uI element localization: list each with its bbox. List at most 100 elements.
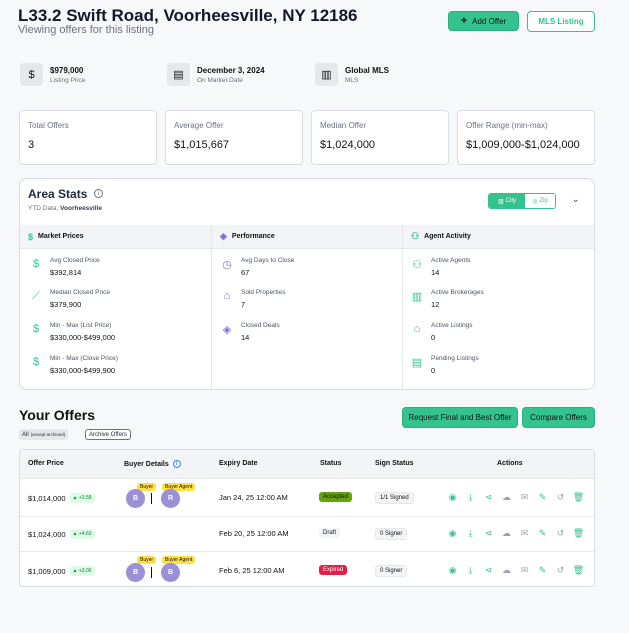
download-icon[interactable]: ⤓ xyxy=(465,492,476,503)
row-actions: ◉ ⤓ ⋖ ☁ ✉ ✎ ↺ 🗑 xyxy=(447,528,587,539)
compare-offers-button[interactable]: Compare Offers xyxy=(522,407,595,428)
buyer-tag: Buyer xyxy=(137,556,157,564)
mls-listing-button[interactable]: MLS Listing xyxy=(527,11,595,32)
mail-icon[interactable]: ✉ xyxy=(519,528,530,539)
sold-properties: ⌂ Sold Properties 7 xyxy=(220,289,286,309)
market-date-info: ▤ December 3, 2024 On Market Date xyxy=(167,63,265,86)
area-stats-panel: Area Stats i YTD Data, Voorheesville ▥ Ci… xyxy=(19,178,595,390)
map-icon: ▥ xyxy=(497,198,504,205)
clipboard-icon: ▤ xyxy=(411,356,423,369)
house-icon: ⌂ xyxy=(223,290,231,302)
col-status: Status xyxy=(320,460,342,467)
expiry-date: Feb 6, 25 12:00 AM xyxy=(219,566,285,575)
table-row: $1,014,000 ▲ +3.58 Buyer Buyer Agent B R … xyxy=(20,478,594,516)
plus-icon: + xyxy=(460,15,468,27)
filter-all[interactable]: All (except archived) xyxy=(19,429,69,440)
diff-badge: ▲ +3.06 xyxy=(69,566,95,576)
sign-status-badge: 1/1 Signed xyxy=(375,492,414,504)
download-icon[interactable]: ⤓ xyxy=(465,528,476,539)
closed-deals: ◈ Closed Deals 14 xyxy=(220,322,280,342)
close-price-range: $ Min - Max (Close Price) $330,000-$499,90… xyxy=(29,355,118,375)
info-icon[interactable]: i xyxy=(94,189,103,198)
undo-icon[interactable]: ↺ xyxy=(555,565,566,576)
dollar-check-icon: $ xyxy=(32,323,40,335)
share-icon[interactable]: ⋖ xyxy=(483,492,494,503)
page-title: L33.2 Swift Road, Voorheesville, NY 1218… xyxy=(18,6,358,25)
avg-closed-price: $ Avg Closed Price $392,814 xyxy=(29,257,100,277)
zip-toggle[interactable]: ◎ Zip xyxy=(525,194,555,208)
ytd-label: YTD Data, Voorheesville xyxy=(28,205,102,212)
status-badge: Expired xyxy=(319,565,348,575)
tag-icon: ◈ xyxy=(220,231,227,241)
upload-icon[interactable]: ☁ xyxy=(501,492,512,503)
col-buyer-details: Buyer Details i xyxy=(124,460,181,468)
trend-icon: ⟋ xyxy=(32,289,40,302)
avatar[interactable]: B xyxy=(126,563,145,582)
share-icon[interactable]: ⋖ xyxy=(483,528,494,539)
upload-icon[interactable]: ☁ xyxy=(501,528,512,539)
info-icon[interactable]: i xyxy=(172,460,181,468)
mail-icon[interactable]: ✉ xyxy=(519,565,530,576)
city-toggle[interactable]: ▥ City xyxy=(489,194,525,208)
avatar[interactable]: B xyxy=(126,489,145,508)
performance-header: ◈ Performance xyxy=(211,225,402,249)
share-icon[interactable]: ⋖ xyxy=(483,565,494,576)
people-icon: ⚇ xyxy=(412,258,422,271)
upload-icon[interactable]: ☁ xyxy=(501,565,512,576)
edit-icon[interactable]: ✎ xyxy=(537,492,548,503)
calendar-icon: ▤ xyxy=(167,63,190,86)
avg-days-to-close: ◷ Avg Days to Close 67 xyxy=(220,257,294,277)
avatar[interactable]: B xyxy=(161,563,180,582)
view-icon[interactable]: ◉ xyxy=(447,565,458,576)
avatar[interactable]: R xyxy=(161,489,180,508)
edit-icon[interactable]: ✎ xyxy=(537,565,548,576)
edit-icon[interactable]: ✎ xyxy=(537,528,548,539)
diff-badge: ▲ +3.58 xyxy=(69,493,95,503)
chevron-down-icon[interactable]: ⌄ xyxy=(572,194,580,205)
undo-icon[interactable]: ↺ xyxy=(555,492,566,503)
expiry-date: Jan 24, 25 12:00 AM xyxy=(219,493,288,502)
col-actions: Actions xyxy=(497,460,523,467)
delete-icon[interactable]: 🗑 xyxy=(573,565,584,576)
undo-icon[interactable]: ↺ xyxy=(555,528,566,539)
market-prices-header: $ Market Prices xyxy=(20,225,211,249)
col-expiry[interactable]: Expiry Date xyxy=(219,460,258,467)
agent-activity-header: ⚇ Agent Activity xyxy=(402,225,594,249)
pin-icon: ◎ xyxy=(532,198,538,205)
tag-icon: ◈ xyxy=(222,323,232,336)
delete-icon[interactable]: 🗑 xyxy=(573,528,584,539)
your-offers-title: Your Offers xyxy=(19,407,95,423)
col-offer-price[interactable]: Offer Price xyxy=(28,460,64,467)
mls-info: ▥ Global MLS MLS xyxy=(315,63,389,86)
listing-price-info: $ $979,000 Listing Price xyxy=(20,63,85,86)
mail-icon[interactable]: ✉ xyxy=(519,492,530,503)
archive-offers-filter[interactable]: Archive Offers xyxy=(85,429,131,440)
status-badge: Draft xyxy=(319,528,341,538)
list-price-range: $ Min - Max (List Price) $330,000-$499,000 xyxy=(29,322,115,342)
sign-status-badge: 0 Signer xyxy=(375,528,408,540)
sign-status-badge: 0 Signer xyxy=(375,565,408,577)
active-brokerages: ▥ Active Brokerages 12 xyxy=(411,289,484,309)
median-closed-price: ⟋ Median Closed Price $379,900 xyxy=(29,289,110,309)
city-zip-toggle: ▥ City ◎ Zip xyxy=(488,193,556,209)
diff-badge: ▲ +4.60 xyxy=(69,529,95,539)
house-icon: ⌂ xyxy=(413,323,421,335)
dollar-check-icon: $ xyxy=(32,356,40,368)
add-offer-button[interactable]: + Add Offer xyxy=(448,11,519,31)
expiry-date: Feb 20, 25 12:00 AM xyxy=(219,529,289,538)
request-final-best-button[interactable]: Request Final and Best Offer xyxy=(402,407,518,428)
table-row: $1,009,000 ▲ +3.06 Buyer Buyer Agent B B … xyxy=(20,551,594,586)
status-badge: Accepted xyxy=(319,492,353,502)
total-offers-card: Total Offers 3 xyxy=(19,110,157,165)
row-actions: ◉ ⤓ ⋖ ☁ ✉ ✎ ↺ 🗑 xyxy=(447,492,587,503)
view-icon[interactable]: ◉ xyxy=(447,528,458,539)
page-subtitle: Viewing offers for this listing xyxy=(18,24,154,36)
pending-listings: ▤ Pending Listings 0 xyxy=(411,355,479,375)
view-icon[interactable]: ◉ xyxy=(447,492,458,503)
download-icon[interactable]: ⤓ xyxy=(465,565,476,576)
dollar-icon: $ xyxy=(32,258,40,270)
clock-icon: ◷ xyxy=(222,258,232,271)
delete-icon[interactable]: 🗑 xyxy=(573,492,584,503)
row-actions: ◉ ⤓ ⋖ ☁ ✉ ✎ ↺ 🗑 xyxy=(447,565,587,576)
median-offer-card: Median Offer $1,024,000 xyxy=(311,110,449,165)
